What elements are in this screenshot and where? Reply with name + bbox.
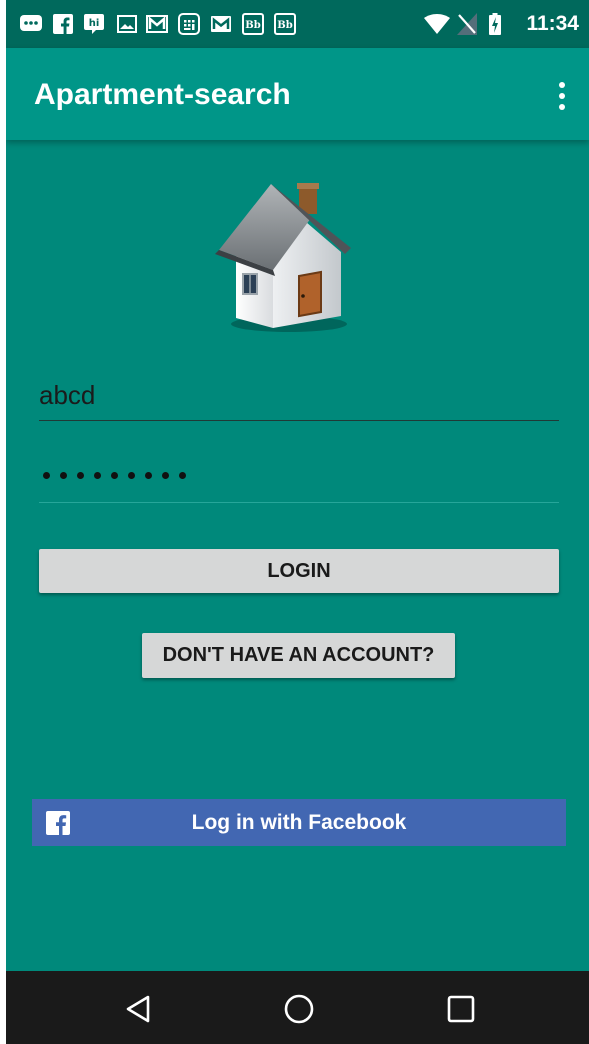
- image-icon: [116, 13, 138, 35]
- home-icon[interactable]: [283, 993, 315, 1025]
- hi-icon: hi: [83, 13, 105, 35]
- no-sim-icon: [456, 13, 478, 35]
- wifi-icon: [424, 13, 450, 35]
- app-bar: Apartment-search: [6, 48, 589, 140]
- username-field[interactable]: abcd: [39, 380, 559, 421]
- blackboard-icon: Bb: [242, 13, 264, 35]
- chat-bubble-icon: [20, 13, 42, 35]
- more-vert-icon[interactable]: [555, 82, 569, 110]
- gmail-icon: [210, 13, 232, 35]
- gmail-icon: [146, 13, 168, 35]
- calculator-icon: [178, 13, 200, 35]
- page-title: Apartment-search: [34, 78, 291, 111]
- login-button[interactable]: LOGIN: [39, 549, 559, 593]
- no-account-button[interactable]: DON'T HAVE AN ACCOUNT?: [142, 633, 455, 678]
- recents-icon[interactable]: [445, 993, 477, 1025]
- status-bar: hi Bb Bb 11:34: [6, 0, 589, 48]
- password-field[interactable]: [39, 462, 559, 503]
- svg-text:Bb: Bb: [245, 20, 260, 31]
- status-time: 11:34: [526, 12, 579, 35]
- blackboard-icon: Bb: [274, 13, 296, 35]
- svg-text:Bb: Bb: [277, 20, 292, 31]
- facebook-icon: [52, 13, 74, 35]
- back-icon[interactable]: [122, 993, 154, 1025]
- username-value: abcd: [39, 380, 96, 410]
- app-screen: hi Bb Bb 11:34 Apartment-search abcd LOG…: [6, 0, 589, 1044]
- nav-bar: [6, 971, 589, 1044]
- password-dots: [39, 462, 559, 479]
- house-icon: [215, 183, 351, 332]
- facebook-login-label: Log in with Facebook: [191, 810, 407, 834]
- battery-charging-icon: [488, 13, 502, 35]
- facebook-login-button[interactable]: Log in with Facebook: [32, 799, 566, 846]
- svg-text:hi: hi: [89, 18, 100, 29]
- facebook-icon: [46, 811, 70, 835]
